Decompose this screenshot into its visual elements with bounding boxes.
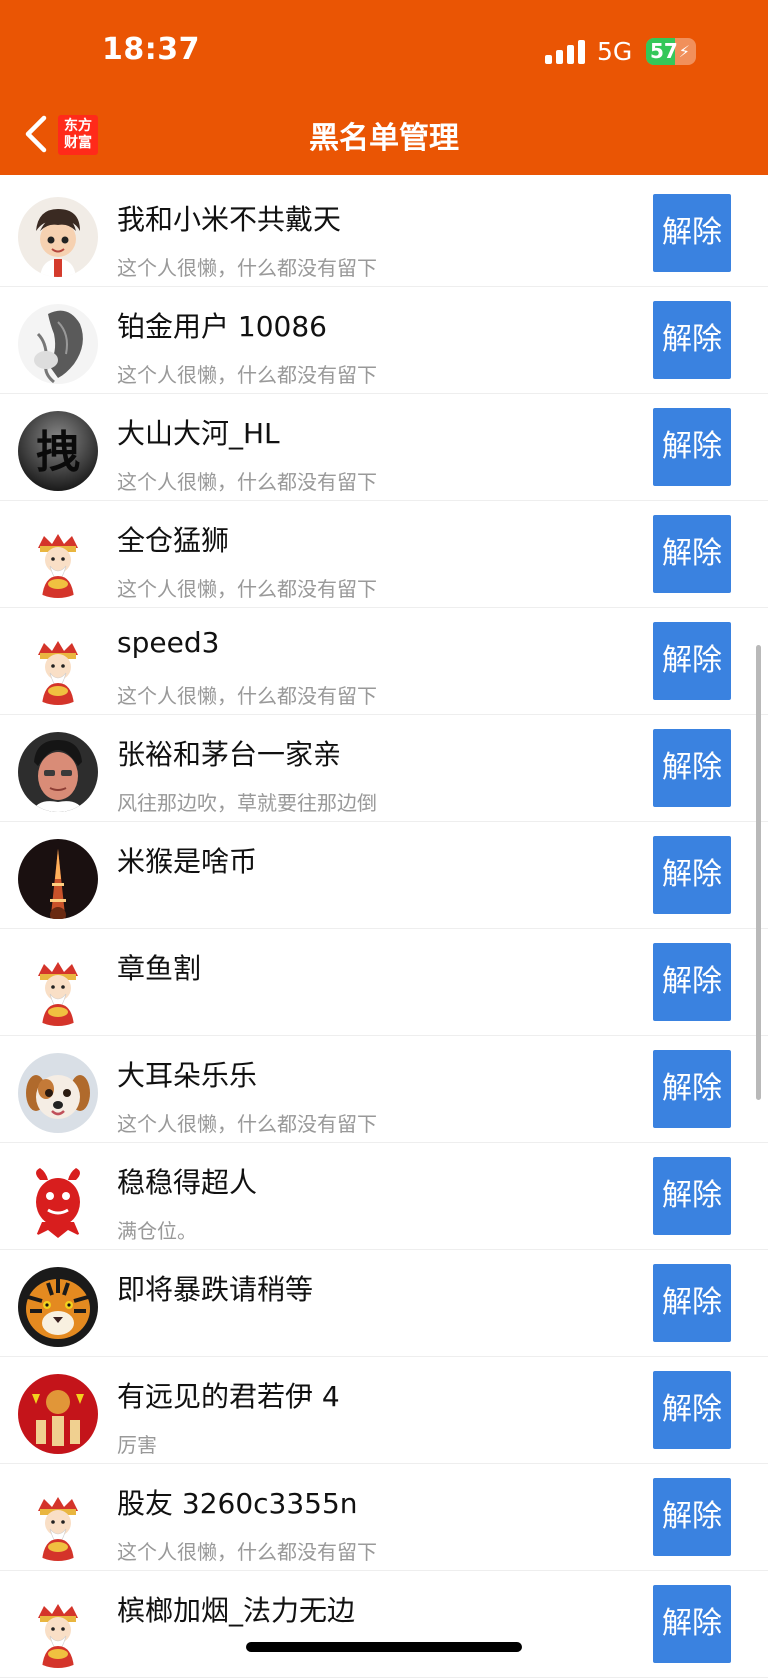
sketch-avatar[interactable]	[18, 304, 98, 384]
list-item: 槟榔加烟_法力无边 解除	[0, 1571, 768, 1678]
list-item: 我和小米不共戴天这个人很懒，什么都没有留下 解除	[0, 180, 768, 287]
user-bio: 这个人很懒，什么都没有留下	[117, 256, 377, 280]
default-mascot-avatar[interactable]	[18, 518, 98, 598]
user-bio: 这个人很懒，什么都没有留下	[117, 470, 377, 494]
puppy-avatar[interactable]	[18, 1053, 98, 1133]
unblock-button[interactable]: 解除	[653, 1371, 731, 1449]
user-name: 大山大河_HL	[117, 417, 280, 450]
cellular-signal-icon	[545, 40, 585, 64]
user-bio: 这个人很懒，什么都没有留下	[117, 1540, 377, 1564]
user-bio: 风往那边吹，草就要往那边倒	[117, 791, 377, 815]
red-festive-avatar[interactable]	[18, 1374, 98, 1454]
blacklist: 我和小米不共戴天 这个人很懒，什么都没有留下 解除 铂金用户 10086 这个人很懒，什…	[0, 180, 768, 1678]
list-item: 稳稳得超人满仓位。 解除	[0, 1143, 768, 1250]
user-name: 即将暴跌请稍等	[117, 1273, 314, 1306]
brand-logo-line2: 财富	[64, 135, 92, 151]
user-bio: 这个人很懒，什么都没有留下	[117, 1112, 377, 1136]
list-item: 股友 3260c3355n 这个人很懒，什么都没有留下 解除	[0, 1464, 768, 1571]
user-name: 槟榔加烟_法力无边	[117, 1594, 356, 1627]
unblock-button[interactable]: 解除	[653, 301, 731, 379]
list-item: 章鱼割 解除	[0, 929, 768, 1036]
back-button[interactable]	[18, 112, 58, 156]
chevron-left-icon	[25, 115, 47, 153]
unblock-button[interactable]: 解除	[653, 1585, 731, 1663]
user-bio: 这个人很懒，什么都没有留下	[117, 577, 377, 601]
user-name: 米猴是啥币	[117, 845, 258, 878]
user-bio: 厉害	[117, 1433, 157, 1457]
user-name: 章鱼割	[117, 952, 202, 985]
user-name: 我和小米不共戴天	[117, 203, 342, 236]
default-mascot-avatar[interactable]	[18, 1588, 98, 1668]
list-item: 大耳朵乐乐这个人很懒，什么都没有留下 解除	[0, 1036, 768, 1143]
user-bio: 这个人很懒，什么都没有留下	[117, 363, 377, 387]
unblock-button[interactable]: 解除	[653, 943, 731, 1021]
unblock-button[interactable]: 解除	[653, 194, 731, 272]
user-name: 有远见的君若伊 4	[117, 1380, 340, 1413]
home-indicator	[246, 1642, 522, 1652]
status-time: 18:37	[102, 32, 200, 67]
charging-bolt-icon: ⚡	[678, 42, 690, 61]
unblock-button[interactable]: 解除	[653, 1050, 731, 1128]
network-type: 5G	[597, 37, 633, 66]
unblock-button[interactable]: 解除	[653, 1157, 731, 1235]
tiger-avatar[interactable]	[18, 1267, 98, 1347]
svg-text:拽: 拽	[36, 427, 80, 478]
brand-logo: 东方 财富	[58, 115, 98, 155]
scrollbar[interactable]	[756, 645, 761, 1100]
user-name: speed3	[117, 626, 220, 659]
brand-logo-line1: 东方	[64, 118, 92, 134]
list-item: 即将暴跌请稍等 解除	[0, 1250, 768, 1357]
list-item: 米猴是啥币 解除	[0, 822, 768, 929]
unblock-button[interactable]: 解除	[653, 408, 731, 486]
unblock-button[interactable]: 解除	[653, 836, 731, 914]
user-name: 全仓猛狮	[117, 524, 230, 557]
default-mascot-avatar[interactable]	[18, 1481, 98, 1561]
tower-night-avatar[interactable]	[18, 839, 98, 919]
list-item: 铂金用户 10086 这个人很懒，什么都没有留下 解除	[0, 287, 768, 394]
user-name: 大耳朵乐乐	[117, 1059, 258, 1092]
app-header: 18:37 5G 57 ⚡ 东方 财富 黑名单管理	[0, 0, 768, 175]
list-item: 有远见的君若伊 4 厉害 解除	[0, 1357, 768, 1464]
man-photo-avatar[interactable]	[18, 732, 98, 812]
unblock-button[interactable]: 解除	[653, 1478, 731, 1556]
user-bio: 这个人很懒，什么都没有留下	[117, 684, 377, 708]
page-title: 黑名单管理	[309, 121, 459, 156]
list-item: speed3 这个人很懒，什么都没有留下 解除	[0, 608, 768, 715]
cartoon-boy-avatar[interactable]	[18, 197, 98, 277]
list-item: 拽 大山大河_HL 这个人很懒，什么都没有留下 解除	[0, 394, 768, 501]
user-name: 张裕和茅台一家亲	[117, 738, 342, 771]
user-name: 稳稳得超人	[117, 1166, 258, 1199]
user-name: 铂金用户 10086	[117, 310, 327, 343]
user-bio: 满仓位。	[117, 1219, 197, 1243]
calligraphy-avatar[interactable]: 拽	[18, 411, 98, 491]
unblock-button[interactable]: 解除	[653, 622, 731, 700]
red-papercut-avatar[interactable]	[18, 1160, 98, 1240]
unblock-button[interactable]: 解除	[653, 515, 731, 593]
user-name: 股友 3260c3355n	[117, 1487, 358, 1520]
default-mascot-avatar[interactable]	[18, 946, 98, 1026]
battery-icon: 57 ⚡	[646, 38, 696, 65]
list-item: 张裕和茅台一家亲风往那边吹，草就要往那边倒 解除	[0, 715, 768, 822]
unblock-button[interactable]: 解除	[653, 729, 731, 807]
list-item: 全仓猛狮这个人很懒，什么都没有留下 解除	[0, 501, 768, 608]
battery-percent: 57	[650, 39, 678, 63]
default-mascot-avatar[interactable]	[18, 625, 98, 705]
unblock-button[interactable]: 解除	[653, 1264, 731, 1342]
